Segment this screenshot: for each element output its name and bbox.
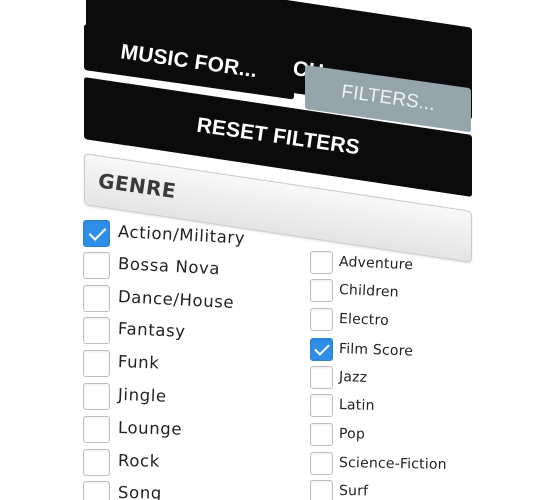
genre-option-label: Surf (338, 483, 369, 500)
genre-checkbox[interactable] (83, 481, 110, 500)
genre-option-label: Funk (117, 352, 160, 373)
genre-checkbox[interactable] (310, 394, 333, 417)
genre-option-label: Bossa Nova (117, 254, 221, 279)
genre-title: GENRE (96, 168, 178, 204)
genre-option-label: Fantasy (117, 319, 187, 341)
genre-option-label: Children (338, 282, 400, 301)
genre-checkbox[interactable] (83, 416, 110, 443)
genre-option-label: Jingle (117, 385, 168, 406)
genre-checkbox[interactable] (83, 252, 110, 279)
music-filter-panel: SEARCH MUSIC FOR... FILTERS... RESET FIL… (0, 0, 540, 500)
genre-option-label: Jazz (338, 369, 368, 386)
genre-checkbox[interactable] (310, 423, 333, 446)
genre-option-label: Lounge (117, 418, 183, 439)
genre-checkbox[interactable] (83, 317, 110, 344)
music-for-button-label: MUSIC FOR... (119, 40, 259, 83)
genre-checkbox[interactable] (83, 350, 110, 377)
genre-checkbox[interactable] (310, 279, 333, 302)
genre-option-label: Dance/House (117, 287, 235, 313)
reset-filters-button-label: RESET FILTERS (195, 113, 362, 160)
genre-option-label: Latin (338, 397, 375, 414)
genre-checkbox[interactable] (83, 449, 110, 476)
genre-checkbox[interactable] (310, 251, 333, 274)
genre-checkbox[interactable] (83, 220, 110, 247)
genre-checkbox[interactable] (83, 383, 110, 410)
genre-option-label: Science-Fiction (338, 455, 447, 473)
genre-option-label: Film Score (338, 341, 414, 360)
genre-checkbox[interactable] (83, 285, 110, 312)
genre-option-label: Pop (338, 426, 366, 443)
genre-checkbox[interactable] (310, 452, 333, 475)
genre-checkbox[interactable] (310, 338, 333, 361)
genre-option-label: Adventure (338, 254, 414, 274)
filters-button-label: FILTERS... (339, 81, 437, 116)
genre-option-label: Song (117, 483, 163, 500)
genre-checkbox[interactable] (310, 366, 333, 389)
genre-option-label: Electro (338, 311, 390, 329)
genre-option-label: Rock (117, 451, 161, 471)
genre-checkbox[interactable] (310, 308, 333, 331)
genre-checkbox[interactable] (310, 480, 333, 500)
